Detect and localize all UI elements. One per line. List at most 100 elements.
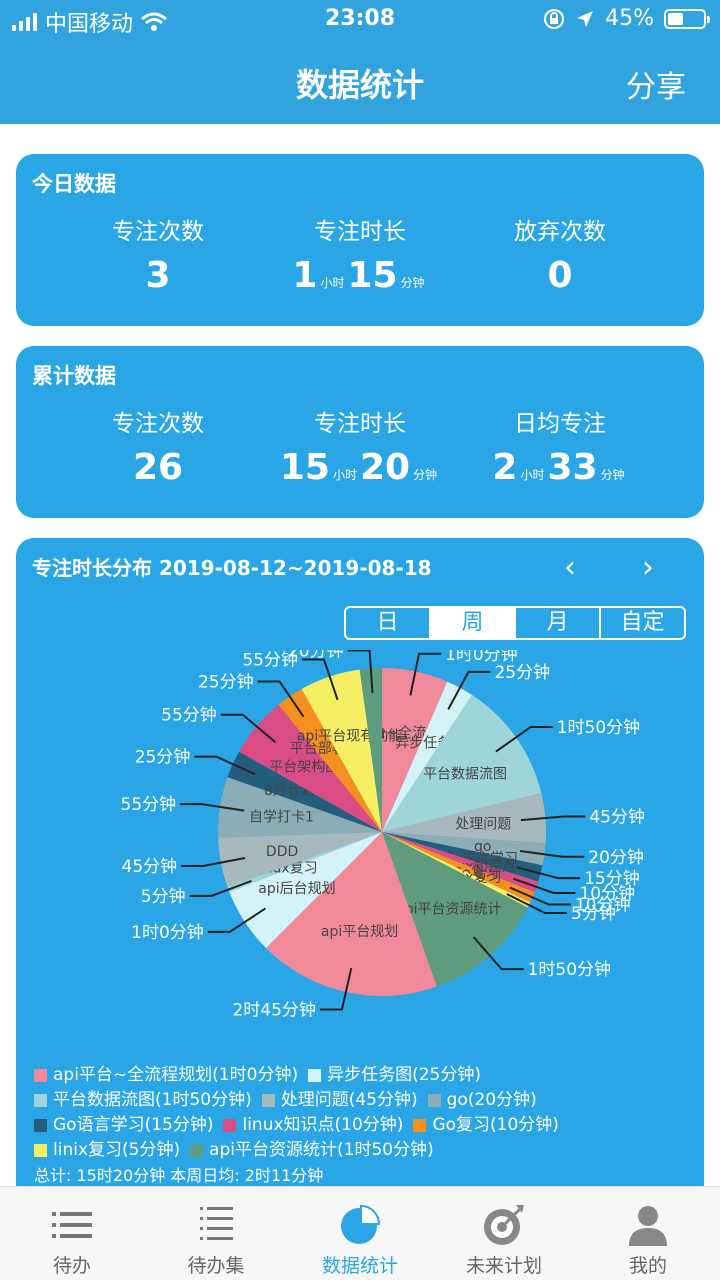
slice-name-label: 自学打卡1 — [249, 808, 314, 825]
legend-item: Go语言学习(15分钟) — [34, 1114, 213, 1137]
legend-item: Go复习(10分钟) — [413, 1114, 559, 1137]
today-give-up: 放弃次数 0 — [450, 212, 670, 298]
slice-value-label: 5分钟 — [571, 904, 616, 924]
status-bar: 中国移动 23:08 45% — [0, 0, 720, 40]
today-give-up-label: 放弃次数 — [514, 219, 606, 245]
slice-value-label: 25分钟 — [198, 673, 254, 693]
total-daily-minutes: 33 — [547, 447, 598, 488]
today-give-up-value: 0 — [547, 255, 573, 296]
legend-swatch — [34, 1069, 47, 1082]
today-focus-count-label: 专注次数 — [112, 219, 204, 245]
distribution-card: 专注时长分布 2019-08-12~2019-08-18 ‹ › 日 周 月 自… — [16, 538, 704, 1198]
distribution-title: 专注时长分布 2019-08-12~2019-08-18 — [32, 556, 432, 580]
total-focus-count: 专注次数 26 — [48, 404, 268, 490]
list-icon — [52, 1212, 92, 1238]
focus-pie-chart: api平台~全流程规划1时0分钟异步任务图25分钟平台数据流图1时50分钟处理问… — [121, 650, 645, 1021]
tab-day[interactable]: 日 — [346, 608, 429, 638]
tab-statistics[interactable]: 数据统计 — [288, 1187, 432, 1280]
total-daily-label: 日均专注 — [514, 411, 606, 437]
legend-swatch — [190, 1144, 204, 1157]
prev-week-button[interactable]: ‹ — [564, 550, 576, 585]
legend-item: api平台~全流程规划(1时0分钟) — [34, 1064, 298, 1087]
tab-future-plans[interactable]: 未来计划 — [432, 1187, 576, 1280]
total-daily-average: 日均专注 2 小时33 分钟 — [450, 404, 670, 497]
tab-week[interactable]: 周 — [429, 608, 514, 638]
slice-value-label: 25分钟 — [494, 663, 550, 683]
slice-value-label: 1时50分钟 — [528, 960, 611, 980]
legend-swatch — [261, 1094, 275, 1107]
legend-swatch — [223, 1119, 237, 1132]
summary-total: 总计: 15时20分钟 本周日均: 2时11分钟 — [34, 1166, 324, 1185]
battery-icon — [664, 8, 710, 29]
minute-unit: 分钟 — [413, 468, 438, 482]
legend-swatch — [427, 1094, 441, 1107]
tab-statistics-label: 数据统计 — [321, 1255, 398, 1277]
legend-item: api平台资源统计(1时50分钟) — [190, 1139, 434, 1162]
tab-custom[interactable]: 自定 — [599, 608, 684, 638]
tab-month[interactable]: 月 — [514, 608, 599, 638]
today-focus-hours: 1 — [292, 255, 318, 296]
today-title: 今日数据 — [32, 172, 116, 196]
hour-unit: 小时 — [520, 468, 545, 482]
page-title: 数据统计 — [295, 66, 424, 104]
slice-name-label: 平台数据流图 — [423, 766, 507, 782]
chart-legend: api平台~全流程规划(1时0分钟) 异步任务图(25分钟) 平台数据流图(1时50… — [34, 1064, 694, 1187]
slice-value-label: 2时45分钟 — [232, 1001, 315, 1021]
slice-name-label: 处理问题 — [455, 816, 511, 832]
slice-name-label: DDD — [266, 844, 298, 860]
slice-value-label: 20分钟 — [288, 650, 344, 661]
bottom-tab-bar: 待办 待办集 数据统计 未来计划 我的 — [0, 1186, 720, 1280]
tab-profile-label: 我的 — [628, 1255, 667, 1277]
legend-item: 平台数据流图(1时50分钟) — [34, 1089, 252, 1112]
legend-label: linix复习(5分钟) — [53, 1140, 181, 1160]
slice-value-label: 45分钟 — [589, 807, 645, 827]
legend-label: Go复习(10分钟) — [432, 1115, 559, 1135]
target-icon — [484, 1205, 524, 1245]
legend-swatch — [34, 1094, 47, 1107]
today-focus-count: 专注次数 3 — [48, 212, 268, 298]
pie-chart-icon — [341, 1204, 381, 1244]
tab-todo-label: 待办 — [52, 1255, 91, 1277]
total-focus-count-label: 专注次数 — [112, 411, 204, 437]
legend-label: Go语言学习(15分钟) — [53, 1115, 214, 1135]
slice-value-label: 1时50分钟 — [557, 718, 640, 738]
legend-label: 平台数据流图(1时50分钟) — [53, 1090, 252, 1110]
legend-label: go(20分钟) — [446, 1090, 537, 1110]
tab-todo-collection[interactable]: 待办集 — [144, 1187, 288, 1280]
today-focus-time-label: 专注时长 — [314, 219, 406, 245]
slice-name-label: api后台规划 — [258, 881, 335, 897]
location-icon — [577, 10, 594, 27]
total-card: 累计数据 专注次数 26 专注时长 15 小时20 分钟 日均专注 2 小时33 分钟 — [16, 346, 704, 518]
total-daily-hours: 2 — [492, 447, 518, 488]
legend-label: 异步任务图(25分钟) — [327, 1065, 481, 1085]
legend-swatch — [413, 1119, 427, 1132]
slice-value-label: 25分钟 — [135, 748, 191, 768]
next-week-button[interactable]: › — [642, 550, 654, 585]
total-title: 累计数据 — [32, 364, 116, 388]
today-card: 今日数据 专注次数 3 专注时长 1 小时15 分钟 放弃次数 0 — [16, 154, 704, 326]
tab-todo-collection-label: 待办集 — [187, 1255, 245, 1277]
legend-label: 处理问题(45分钟) — [280, 1090, 418, 1110]
share-button[interactable]: 分享 — [626, 62, 686, 106]
slice-value-label: 55分钟 — [121, 795, 177, 815]
tab-todo[interactable]: 待办 — [0, 1187, 144, 1280]
legend-item: linix复习(5分钟) — [34, 1139, 180, 1162]
legend-swatch — [34, 1119, 47, 1132]
nav-bar: 数据统计 分享 — [0, 40, 720, 124]
legend-item: go(20分钟) — [427, 1089, 537, 1112]
user-icon — [629, 1206, 667, 1246]
today-focus-time: 专注时长 1 小时15 分钟 — [250, 212, 470, 305]
minute-unit: 分钟 — [600, 468, 625, 482]
tab-profile[interactable]: 我的 — [576, 1187, 720, 1280]
period-tabs: 日 周 月 自定 — [344, 606, 686, 640]
legend-swatch — [34, 1144, 47, 1157]
hour-unit: 小时 — [332, 468, 357, 482]
legend-swatch — [308, 1069, 322, 1082]
slice-name-label: api平台规划 — [321, 924, 398, 940]
slice-name-label: api平台资源统计 — [396, 902, 501, 918]
total-focus-count-value: 26 — [132, 447, 184, 488]
legend-item: 异步任务图(25分钟) — [308, 1064, 481, 1087]
legend-label: api平台~全流程规划(1时0分钟) — [53, 1065, 299, 1085]
slice-value-label: 1时0分钟 — [131, 923, 204, 943]
total-focus-minutes: 20 — [360, 447, 411, 488]
